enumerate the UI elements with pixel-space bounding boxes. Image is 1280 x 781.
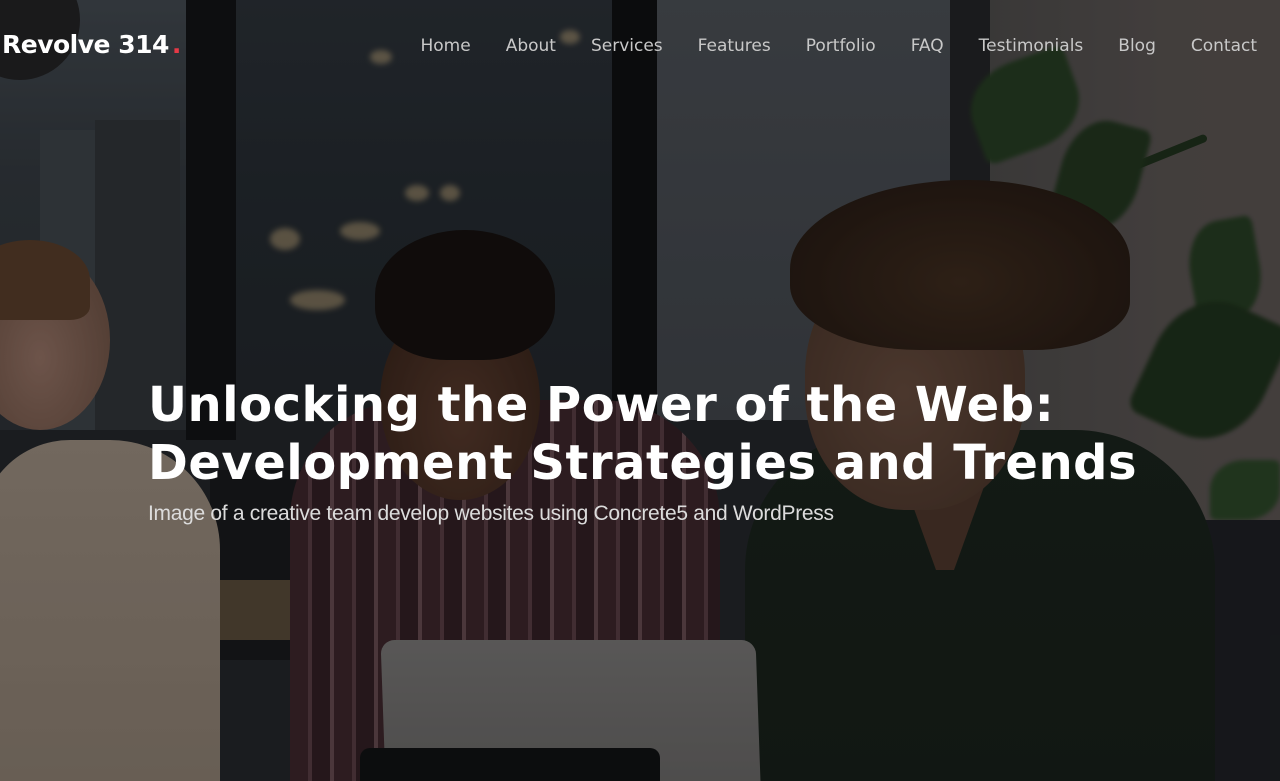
site-header: Revolve 314 . Home About Services Featur… xyxy=(0,0,1280,94)
main-nav: Home About Services Features Portfolio F… xyxy=(420,36,1280,56)
nav-testimonials[interactable]: Testimonials xyxy=(979,36,1084,56)
site-logo[interactable]: Revolve 314 . xyxy=(2,30,181,59)
nav-blog[interactable]: Blog xyxy=(1118,36,1156,56)
nav-features[interactable]: Features xyxy=(698,36,771,56)
nav-services[interactable]: Services xyxy=(591,36,663,56)
logo-text: Revolve 314 xyxy=(2,30,169,59)
nav-portfolio[interactable]: Portfolio xyxy=(806,36,876,56)
hero-subtitle: Image of a creative team develop website… xyxy=(148,502,834,525)
hero-title: Unlocking the Power of the Web: Developm… xyxy=(148,376,1137,492)
hero-title-line-1: Unlocking the Power of the Web: xyxy=(148,377,1055,433)
logo-accent-dot: . xyxy=(171,30,182,59)
nav-about[interactable]: About xyxy=(506,36,556,56)
nav-faq[interactable]: FAQ xyxy=(911,36,944,56)
nav-contact[interactable]: Contact xyxy=(1191,36,1257,56)
hero-content: Unlocking the Power of the Web: Developm… xyxy=(148,376,1137,528)
nav-home[interactable]: Home xyxy=(420,36,470,56)
hero-title-line-2: Development Strategies and Trends xyxy=(148,435,1138,491)
